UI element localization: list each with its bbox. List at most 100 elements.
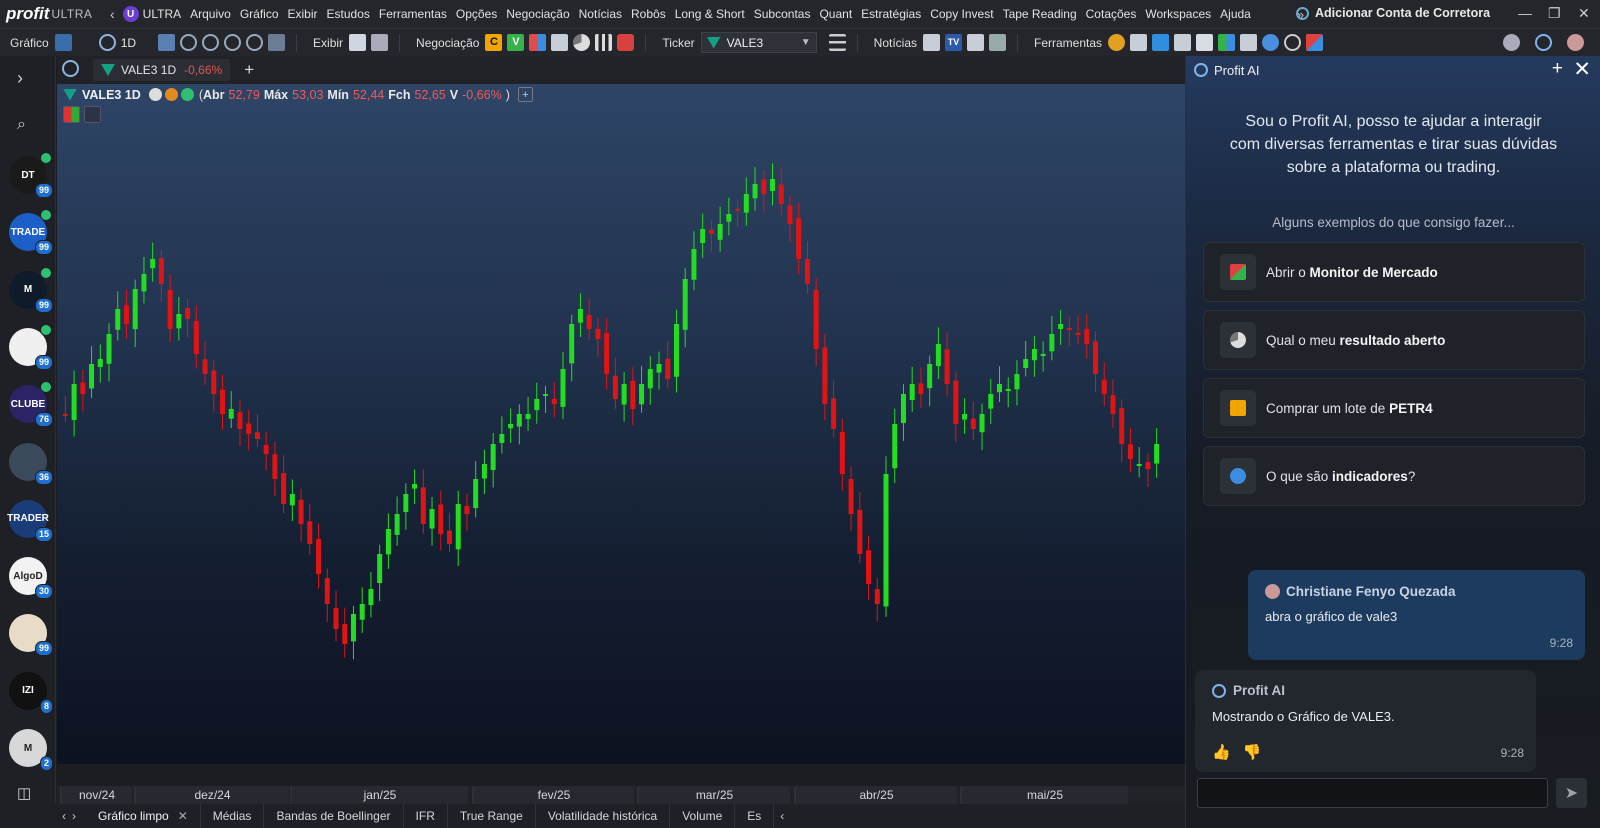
study-tab[interactable]: True Range [448,804,536,828]
sell-order-icon[interactable]: V [507,34,525,51]
menu-item[interactable]: Quant [819,7,852,21]
study-tab[interactable]: Bandas de Boellinger [264,804,404,828]
menu-item[interactable]: Exibir [288,7,318,21]
search-icon[interactable]: ⌕ [17,116,26,134]
menu-item[interactable]: Long & Short [675,7,745,21]
calculator-icon[interactable] [1174,34,1192,51]
community-avatar[interactable]: TRADER 15 [7,499,53,542]
community-avatar[interactable]: DT 99 [9,152,53,198]
community-avatar[interactable]: TRADE 99 [9,209,53,256]
settings-gear-icon[interactable] [1503,34,1520,51]
interval-clock-icon[interactable] [98,34,116,51]
tools-play-icon[interactable] [1108,34,1126,51]
strategy-icon[interactable] [1306,34,1324,51]
study-next-icon[interactable]: › [72,809,76,823]
add-broker-button[interactable]: Adicionar Conta de Corretora [1296,6,1490,20]
menu-item[interactable]: Workspaces [1145,7,1211,21]
chart-type-icon[interactable] [54,34,72,51]
chat-icon[interactable] [1262,34,1280,51]
profit-ai-icon[interactable] [1535,34,1552,51]
menu-item[interactable]: Ajuda [1220,7,1251,21]
menu-item[interactable]: Notícias [579,7,622,21]
scanner-icon[interactable] [1218,34,1236,51]
user-avatar[interactable] [1567,34,1584,51]
menu-item[interactable]: Opções [456,7,497,21]
back-arrow-icon[interactable]: ‹ [110,6,115,22]
book-blue-icon[interactable] [1152,34,1170,51]
zoom-out-icon[interactable] [202,34,220,51]
menu-ultra[interactable]: ULTRA [143,7,181,21]
close-panel-icon[interactable]: ✕ [1573,57,1591,82]
add-tab-icon[interactable]: + [244,60,254,80]
menu-item[interactable]: Estratégias [861,7,921,21]
community-avatar[interactable]: M2 [9,729,53,771]
menu-item[interactable]: Estudos [327,7,370,21]
community-avatar[interactable]: IZI 8 [9,671,53,714]
list-orders-icon[interactable] [551,34,569,51]
study-tab[interactable]: Médias [201,804,265,828]
minimize-icon[interactable]: — [1518,5,1532,21]
community-avatar[interactable]: AlgoD 30 [9,557,53,600]
close-window-icon[interactable]: ✕ [1578,5,1590,22]
menu-item[interactable]: Robôs [631,7,666,21]
panel-toggle-icon[interactable]: ◫ [17,784,31,802]
tab-vale3-chart[interactable]: VALE3 1D -0,66% [93,59,231,81]
study-tab[interactable]: IFR [404,804,448,828]
times-trades-icon[interactable] [1196,34,1214,51]
menu-item[interactable]: Ferramentas [379,7,447,21]
study-prev-icon[interactable]: ‹ [62,809,66,823]
tv-icon[interactable]: TV [945,34,963,51]
menu-item[interactable]: Subcontas [754,7,811,21]
expand-chevron-icon[interactable]: › [17,68,23,89]
ticker-list-icon[interactable] [828,34,846,51]
zoom-area-icon[interactable] [224,34,242,51]
restore-icon[interactable]: ❐ [1548,5,1561,22]
price-chart[interactable]: VALE3 1D ( Abr 52,79 Máx 53,03 Mín 52,44… [57,84,1185,764]
study-tab[interactable]: Gráfico limpo ✕ [86,804,201,828]
community-avatar[interactable]: M 99 [9,266,53,313]
line-chart-icon[interactable] [158,34,176,51]
buy-order-icon[interactable]: C [485,34,503,51]
bars-icon[interactable] [595,34,613,51]
send-icon[interactable]: ➤ [1556,778,1587,808]
example-card[interactable]: Qual o meu resultado aberto [1203,310,1585,370]
alarm-icon[interactable] [1284,34,1302,51]
news-chart-icon[interactable] [923,34,941,51]
grid-table-icon[interactable] [1240,34,1258,51]
zoom-reset-icon[interactable] [246,34,264,51]
study-scroll-left-icon[interactable]: ‹ [780,809,784,823]
ai-chat-input[interactable] [1197,778,1548,808]
example-card[interactable]: Abrir o Monitor de Mercado [1203,242,1585,302]
close-study-icon[interactable]: ✕ [178,809,188,823]
position-pie-icon[interactable] [573,34,591,51]
example-card[interactable]: O que são indicadores? [1203,446,1585,506]
interval-value[interactable]: 1D [121,36,136,50]
community-avatar[interactable]: 99 [9,614,53,657]
ticker-select[interactable]: VALE3 ▼ [700,32,817,53]
shield-dollar-icon[interactable] [617,34,635,51]
menu-item[interactable]: Arquivo [190,7,231,21]
menu-item[interactable]: Copy Invest [930,7,993,21]
zoom-in-icon[interactable] [180,34,198,51]
layout-grid-icon[interactable] [349,34,367,51]
community-avatar[interactable]: CLUBE 76 [9,381,53,428]
monitor-icon[interactable] [1130,34,1148,51]
study-tab[interactable]: Volatilidade histórica [536,804,671,828]
study-tab[interactable]: Es [735,804,775,828]
book-icon[interactable] [529,34,547,51]
tab-clock-icon[interactable] [62,60,79,77]
lock-icon[interactable] [371,34,389,51]
study-tab[interactable]: Volume [670,804,736,828]
thumbs-down-icon[interactable]: 👎 [1243,744,1262,761]
thumbs-up-icon[interactable]: 👍 [1212,744,1231,761]
menu-item[interactable]: Cotações [1086,7,1137,21]
community-avatar[interactable]: 99 [9,323,53,370]
menu-item[interactable]: Gráfico [240,7,279,21]
menu-item[interactable]: Tape Reading [1003,7,1077,21]
auto-scale-icon[interactable] [268,34,286,51]
new-chat-icon[interactable]: + [1552,58,1563,80]
newspaper-icon[interactable] [967,34,985,51]
community-avatar[interactable]: 36 [9,442,53,485]
dollar-news-icon[interactable] [989,34,1007,51]
example-card[interactable]: Comprar um lote de PETR4 [1203,378,1585,438]
